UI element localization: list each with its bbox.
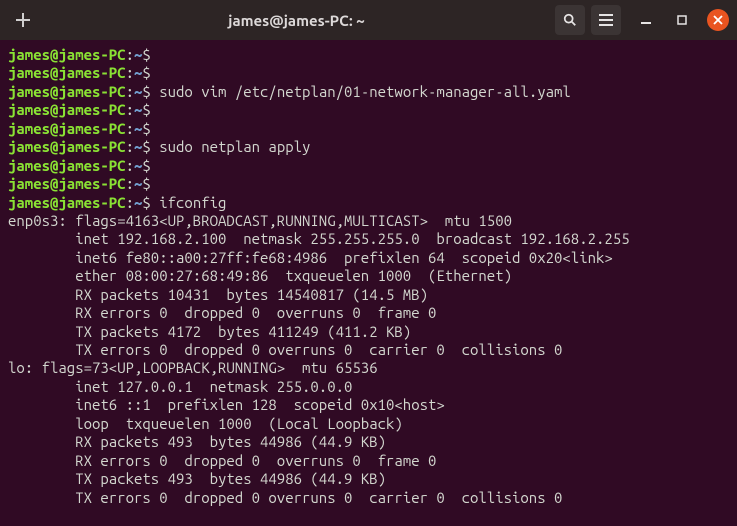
prompt-colon: : bbox=[126, 157, 134, 174]
prompt-dollar: $ bbox=[142, 64, 150, 81]
minimize-icon bbox=[641, 15, 651, 25]
terminal-output[interactable]: james@james-PC:~$ james@james-PC:~$ jame… bbox=[0, 40, 737, 515]
prompt-line: james@james-PC:~$ sudo netplan apply bbox=[8, 138, 729, 156]
prompt-line: james@james-PC:~$ bbox=[8, 101, 729, 119]
plus-icon bbox=[16, 13, 30, 27]
output-line: TX packets 493 bytes 44986 (44.9 KB) bbox=[8, 470, 729, 488]
search-button[interactable] bbox=[555, 5, 585, 35]
maximize-button[interactable] bbox=[671, 9, 693, 31]
output-line: ether 08:00:27:68:49:86 txqueuelen 1000 … bbox=[8, 267, 729, 285]
prompt-dollar: $ bbox=[142, 101, 150, 118]
output-line: enp0s3: flags=4163<UP,BROADCAST,RUNNING,… bbox=[8, 212, 729, 230]
output-line: loop txqueuelen 1000 (Local Loopback) bbox=[8, 415, 729, 433]
output-line: RX packets 10431 bytes 14540817 (14.5 MB… bbox=[8, 286, 729, 304]
prompt-line: james@james-PC:~$ bbox=[8, 120, 729, 138]
output-line: RX errors 0 dropped 0 overruns 0 frame 0 bbox=[8, 304, 729, 322]
output-line: inet 127.0.0.1 netmask 255.0.0.0 bbox=[8, 378, 729, 396]
prompt-colon: : bbox=[126, 194, 134, 211]
hamburger-menu-button[interactable] bbox=[591, 5, 621, 35]
prompt-dollar: $ bbox=[142, 138, 150, 155]
command-text: sudo netplan apply bbox=[159, 138, 310, 155]
prompt-line: james@james-PC:~$ bbox=[8, 175, 729, 193]
prompt-userhost: james@james-PC bbox=[8, 46, 126, 63]
window-titlebar: james@james-PC: ~ bbox=[0, 0, 737, 40]
prompt-line: james@james-PC:~$ bbox=[8, 46, 729, 64]
output-line: inet6 fe80::a00:27ff:fe68:4986 prefixlen… bbox=[8, 249, 729, 267]
prompt-userhost: james@james-PC bbox=[8, 83, 126, 100]
prompt-userhost: james@james-PC bbox=[8, 175, 126, 192]
prompt-dollar: $ bbox=[142, 46, 150, 63]
minimize-button[interactable] bbox=[635, 9, 657, 31]
output-line: TX errors 0 dropped 0 overruns 0 carrier… bbox=[8, 489, 729, 507]
prompt-dollar: $ bbox=[142, 157, 150, 174]
prompt-colon: : bbox=[126, 175, 134, 192]
output-line: RX errors 0 dropped 0 overruns 0 frame 0 bbox=[8, 452, 729, 470]
prompt-colon: : bbox=[126, 83, 134, 100]
output-line: RX packets 493 bytes 44986 (44.9 KB) bbox=[8, 433, 729, 451]
prompt-line: james@james-PC:~$ bbox=[8, 157, 729, 175]
command-text: ifconfig bbox=[159, 194, 226, 211]
command-text: sudo vim /etc/netplan/01-network-manager… bbox=[159, 83, 571, 100]
prompt-dollar: $ bbox=[142, 83, 150, 100]
prompt-dollar: $ bbox=[142, 120, 150, 137]
prompt-line: james@james-PC:~$ sudo vim /etc/netplan/… bbox=[8, 83, 729, 101]
new-tab-button[interactable] bbox=[8, 5, 38, 35]
prompt-userhost: james@james-PC bbox=[8, 157, 126, 174]
prompt-userhost: james@james-PC bbox=[8, 101, 126, 118]
prompt-colon: : bbox=[126, 138, 134, 155]
prompt-dollar: $ bbox=[142, 194, 150, 211]
output-line: inet6 ::1 prefixlen 128 scopeid 0x10<hos… bbox=[8, 396, 729, 414]
output-line: TX errors 0 dropped 0 overruns 0 carrier… bbox=[8, 341, 729, 359]
prompt-userhost: james@james-PC bbox=[8, 194, 126, 211]
prompt-dollar: $ bbox=[142, 175, 150, 192]
close-icon bbox=[713, 15, 723, 25]
prompt-colon: : bbox=[126, 101, 134, 118]
prompt-colon: : bbox=[126, 120, 134, 137]
prompt-colon: : bbox=[126, 64, 134, 81]
window-title: james@james-PC: ~ bbox=[44, 12, 549, 29]
prompt-userhost: james@james-PC bbox=[8, 64, 126, 81]
prompt-userhost: james@james-PC bbox=[8, 138, 126, 155]
search-icon bbox=[563, 13, 577, 27]
output-line: TX packets 4172 bytes 411249 (411.2 KB) bbox=[8, 323, 729, 341]
prompt-colon: : bbox=[126, 46, 134, 63]
hamburger-icon bbox=[599, 13, 613, 27]
prompt-line: james@james-PC:~$ bbox=[8, 64, 729, 82]
maximize-icon bbox=[677, 15, 687, 25]
output-line: inet 192.168.2.100 netmask 255.255.255.0… bbox=[8, 230, 729, 248]
close-button[interactable] bbox=[707, 9, 729, 31]
output-line: lo: flags=73<UP,LOOPBACK,RUNNING> mtu 65… bbox=[8, 359, 729, 377]
prompt-line: james@james-PC:~$ ifconfig bbox=[8, 194, 729, 212]
prompt-userhost: james@james-PC bbox=[8, 120, 126, 137]
